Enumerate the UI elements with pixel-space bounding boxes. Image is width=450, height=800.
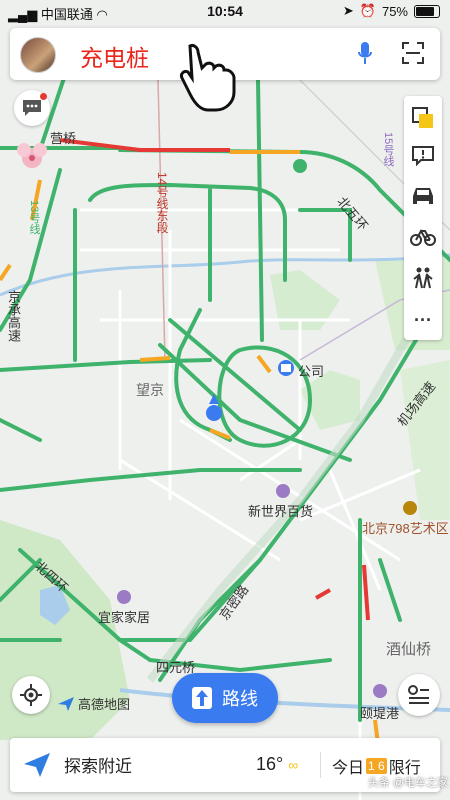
hand-pointer-icon <box>180 44 236 112</box>
car-mode-button[interactable] <box>404 178 442 214</box>
feedback-icon <box>412 146 434 166</box>
list-button[interactable] <box>398 674 440 716</box>
location-arrow-icon: ➤ <box>342 3 354 18</box>
amap-logo: 高德地图 <box>58 694 130 713</box>
search-bar[interactable]: 充电桩 <box>10 28 440 112</box>
route-label: 路线 <box>222 689 258 709</box>
battery-percent: 75% <box>381 3 408 19</box>
more-icon: ··· <box>414 309 432 330</box>
weather[interactable]: 16° ∞ <box>256 754 298 775</box>
feedback-button[interactable] <box>404 138 442 174</box>
map-label-ikea: 宜家家居 <box>98 610 151 625</box>
divider <box>320 752 321 778</box>
car-icon <box>413 188 433 204</box>
bike-mode-button[interactable] <box>404 218 442 254</box>
more-button[interactable]: ··· <box>404 302 442 338</box>
walk-mode-button[interactable] <box>404 260 442 296</box>
tools-column: ··· <box>404 96 442 340</box>
today-label: 今日 <box>332 760 365 777</box>
amap-logo-text: 高德地图 <box>78 697 131 712</box>
notification-dot <box>40 93 47 100</box>
explore-label: 探索附近 <box>64 757 132 776</box>
scan-icon[interactable] <box>402 42 424 64</box>
message-button[interactable] <box>14 90 50 126</box>
search-query[interactable]: 充电桩 <box>80 39 149 73</box>
map-label-yitigang: 颐堤港 <box>360 706 400 721</box>
mic-icon[interactable] <box>358 42 372 66</box>
amap-logo-icon <box>58 696 74 711</box>
status-right: ➤ ⏰ 75% <box>343 3 440 19</box>
locate-icon <box>20 684 42 706</box>
route-arrow-icon <box>192 687 212 709</box>
map-label-line13: 13号线 <box>28 200 40 235</box>
chat-bubble-icon <box>23 100 41 116</box>
layers-icon <box>412 107 433 128</box>
map-label-jingcheng: 京承高速 <box>6 290 21 342</box>
map-label-798: 北京798艺术区 <box>362 521 449 536</box>
map-label-bridge: 营桥 <box>50 131 77 146</box>
watermark: 头条 @电车之家 <box>367 777 448 789</box>
battery-icon <box>414 4 440 18</box>
locate-button[interactable] <box>12 676 50 714</box>
route-button[interactable]: 路线 <box>172 673 278 723</box>
navigation-arrow-icon <box>24 752 50 777</box>
walk-icon <box>413 267 433 289</box>
plate-numbers: 1 6 <box>366 758 387 774</box>
map-label-company: 公司 <box>298 364 325 379</box>
list-icon <box>408 685 429 704</box>
layers-button[interactable] <box>404 100 442 136</box>
current-location-dot <box>206 405 222 421</box>
map-label-line15: 15号线 <box>382 132 394 167</box>
explore-nearby-button[interactable]: 探索附近 <box>24 752 132 777</box>
bike-icon <box>410 228 436 246</box>
map-label-jiuxian: 酒仙桥 <box>386 641 432 658</box>
alarm-icon: ⏰ <box>359 3 376 18</box>
map-label-xinshijie: 新世界百货 <box>248 504 314 519</box>
weather-icon: ∞ <box>288 757 299 773</box>
status-bar: ▂▄▆ 中国联通 ◠ 10:54 ➤ ⏰ 75% <box>0 0 450 24</box>
temperature: 16° <box>256 754 284 774</box>
map-label-wangjing: 望京 <box>136 382 164 398</box>
avatar[interactable] <box>20 37 56 73</box>
map-label-line14: 14号线东段 <box>155 172 169 234</box>
